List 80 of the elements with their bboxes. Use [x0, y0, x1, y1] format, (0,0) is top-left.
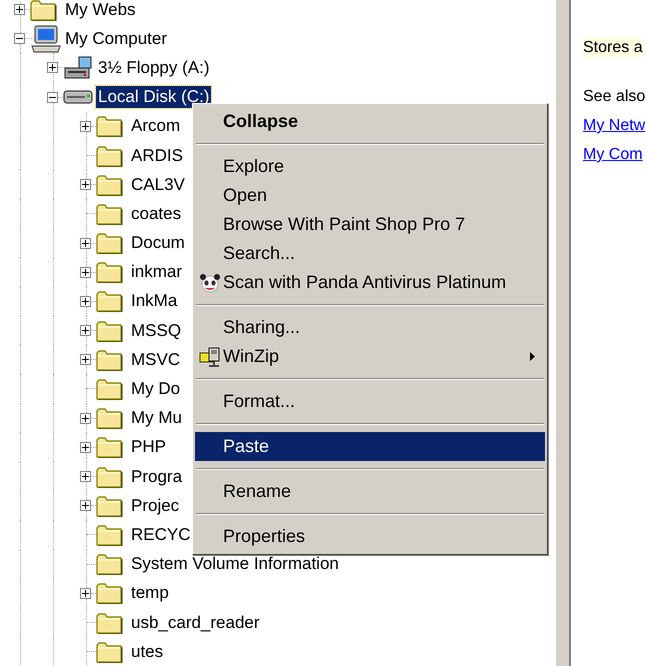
- menu-item[interactable]: Rename: [195, 477, 545, 506]
- tree-item[interactable]: System Volume Information: [129, 553, 341, 576]
- expand-icon[interactable]: [80, 442, 91, 453]
- tree-item[interactable]: My Webs: [63, 0, 138, 21]
- link[interactable]: My Com: [583, 145, 643, 165]
- folder-icon: [96, 582, 123, 604]
- tree-item[interactable]: inkmar: [129, 261, 184, 284]
- folder-icon: [96, 261, 123, 284]
- folder-icon: [30, 0, 57, 21]
- splitter[interactable]: [555, 0, 571, 666]
- tree-item[interactable]: Progra: [129, 466, 184, 488]
- folder-icon: [96, 640, 123, 663]
- tree-item[interactable]: CAL3V: [129, 174, 187, 196]
- tree-item[interactable]: RECYC: [129, 524, 193, 546]
- folder-icon: [96, 174, 123, 196]
- menu-item[interactable]: WinZip: [195, 342, 545, 371]
- folder-icon: [96, 320, 123, 342]
- tree-item[interactable]: Local Disk (C:): [96, 86, 212, 108]
- tree-item[interactable]: Projec: [129, 494, 182, 517]
- tree-item[interactable]: My Do: [129, 378, 182, 400]
- expand-icon[interactable]: [80, 588, 91, 599]
- expand-icon[interactable]: [80, 412, 91, 424]
- tree-item[interactable]: Arcom: [129, 115, 182, 138]
- expand-icon[interactable]: [80, 325, 91, 336]
- tree-item[interactable]: My Computer: [63, 28, 170, 50]
- computer-icon: [30, 24, 62, 53]
- menu-item[interactable]: Browse With Paint Shop Pro 7: [195, 210, 545, 239]
- folder-icon: [96, 494, 123, 517]
- collapse-icon[interactable]: [14, 33, 25, 44]
- expand-icon[interactable]: [80, 354, 91, 366]
- tree-item[interactable]: MSVC: [129, 348, 182, 371]
- tree-item[interactable]: usb_card_reader: [129, 612, 262, 634]
- folder-icon: [96, 612, 123, 634]
- menu-item[interactable]: Search...: [195, 239, 545, 268]
- folder-icon: [96, 378, 123, 400]
- menu-item[interactable]: Open: [195, 181, 545, 210]
- menu-item[interactable]: Paste: [195, 432, 545, 461]
- panda-icon: [199, 273, 221, 293]
- folder-icon: [96, 290, 123, 312]
- expand-icon[interactable]: [80, 179, 91, 190]
- expand-icon[interactable]: [47, 62, 58, 74]
- tree-item[interactable]: Docum: [129, 232, 187, 254]
- menu-item[interactable]: Properties: [195, 522, 545, 551]
- tree-item[interactable]: temp: [129, 582, 171, 604]
- folder-icon: [96, 436, 123, 458]
- expand-icon[interactable]: [80, 471, 91, 482]
- folder-icon: [96, 348, 123, 371]
- expand-icon[interactable]: [80, 500, 91, 512]
- tree-item[interactable]: utes: [129, 640, 166, 663]
- tree-item[interactable]: InkMa: [129, 290, 180, 312]
- tree-item[interactable]: My Mu: [129, 407, 184, 430]
- folder-icon: [96, 202, 123, 225]
- menu-item[interactable]: Explore: [195, 152, 545, 181]
- tree-item[interactable]: coates: [129, 202, 184, 225]
- folder-icon: [96, 466, 123, 488]
- folder-icon: [96, 407, 123, 430]
- menu-item[interactable]: Collapse: [195, 107, 545, 136]
- tree-item[interactable]: PHP: [129, 436, 168, 458]
- tree-item[interactable]: ARDIS: [129, 144, 185, 167]
- folder-icon: [96, 144, 123, 167]
- tree-item[interactable]: MSSQ: [129, 320, 184, 342]
- expand-icon[interactable]: [80, 238, 91, 249]
- link[interactable]: My Netw: [583, 116, 646, 136]
- folder-icon: [96, 232, 123, 254]
- expand-icon[interactable]: [80, 296, 91, 307]
- winzip-icon: [199, 347, 221, 367]
- see-also-heading: See also: [583, 87, 646, 107]
- folder-icon: [96, 553, 123, 576]
- folder-icon: [96, 524, 123, 546]
- expand-icon[interactable]: [80, 120, 91, 132]
- submenu-arrow-icon: [530, 352, 535, 361]
- description-text: Stores a: [583, 38, 643, 58]
- expand-icon[interactable]: [80, 266, 91, 278]
- tree-item[interactable]: 3½ Floppy (A:): [96, 56, 212, 79]
- expand-icon[interactable]: [14, 4, 25, 16]
- folder-icon: [96, 115, 123, 138]
- menu-item[interactable]: Scan with Panda Antivirus Platinum: [195, 268, 545, 297]
- menu-item[interactable]: Sharing...: [195, 313, 545, 342]
- collapse-icon[interactable]: [47, 92, 58, 103]
- menu-item[interactable]: Format...: [195, 387, 545, 416]
